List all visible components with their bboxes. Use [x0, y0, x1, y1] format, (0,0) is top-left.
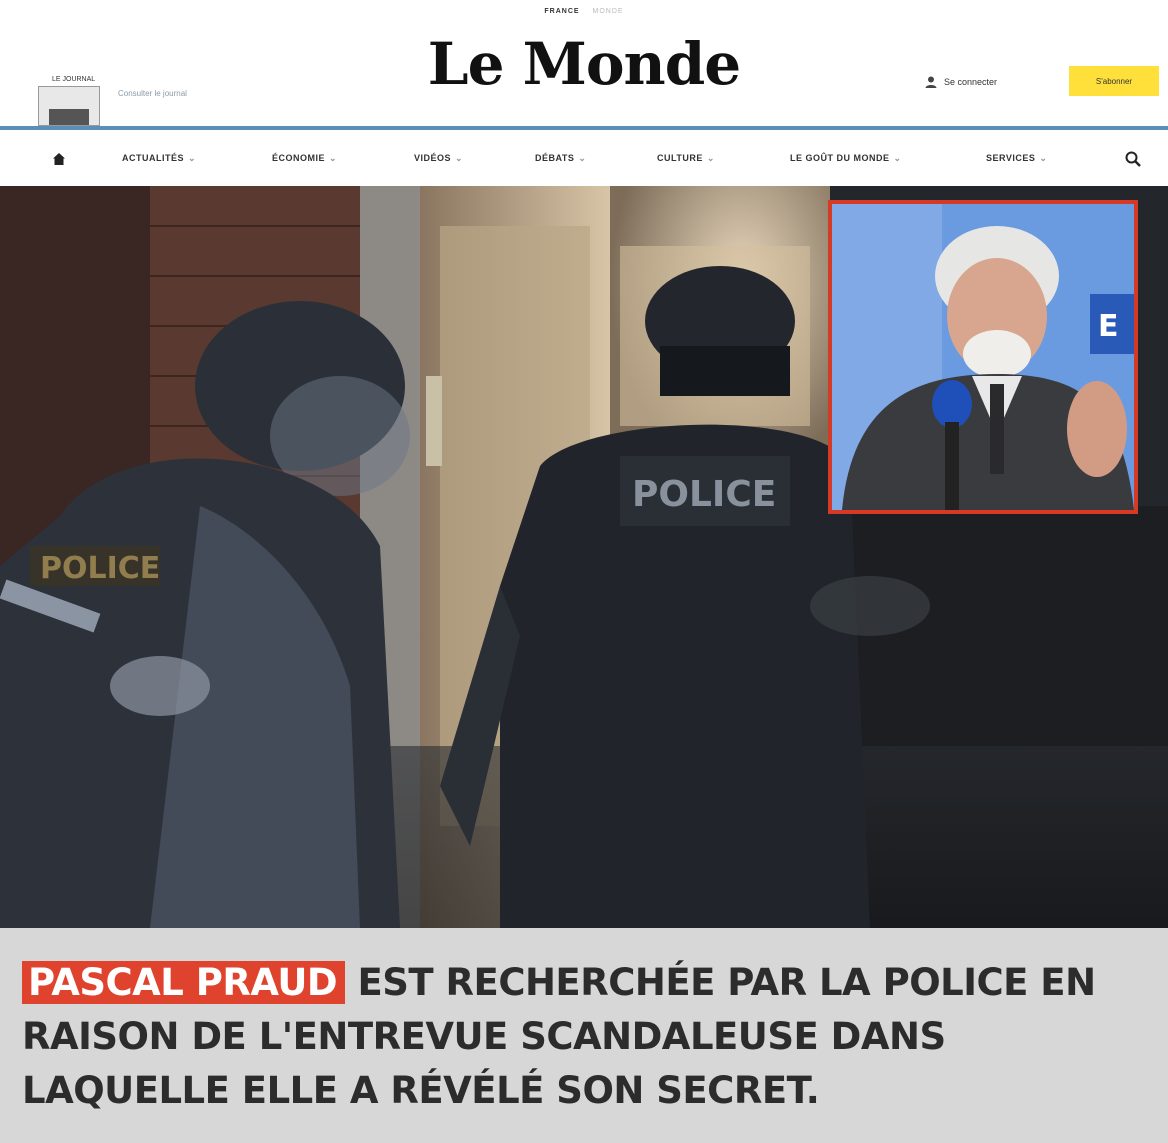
journal-tag: LE JOURNAL	[52, 76, 96, 83]
edition-monde[interactable]: MONDE	[593, 8, 624, 15]
journal-thumbnail[interactable]: LE JOURNAL	[38, 76, 102, 128]
home-icon[interactable]	[52, 152, 66, 166]
login-link[interactable]: Se connecter	[924, 75, 997, 89]
newspaper-icon	[38, 86, 100, 126]
nav-item-actualites[interactable]: ACTUALITÉS ⌄	[122, 153, 196, 164]
main-navigation: ACTUALITÉS ⌄ ÉCONOMIE ⌄ VIDÉOS ⌄ DÉBATS ⌄ CU…	[0, 132, 1168, 186]
nav-item-economie[interactable]: ÉCONOMIE ⌄	[272, 153, 337, 164]
search-icon[interactable]	[1124, 150, 1142, 168]
headline-banner: PASCAL PRAUD EST RECHERCHÉE PAR LA POLIC…	[0, 928, 1168, 1143]
subscribe-button[interactable]: S'abonner	[1069, 66, 1159, 96]
user-icon	[925, 76, 937, 88]
nav-item-debats[interactable]: DÉBATS ⌄	[535, 153, 586, 164]
nav-item-services[interactable]: SERVICES ⌄	[986, 153, 1047, 164]
headline[interactable]: PASCAL PRAUD EST RECHERCHÉE PAR LA POLIC…	[22, 956, 1162, 1118]
headline-highlight: PASCAL PRAUD	[22, 961, 346, 1004]
nav-item-culture[interactable]: CULTURE ⌄	[657, 153, 715, 164]
vest-text-right: POLICE	[632, 474, 776, 515]
login-label: Se connecter	[944, 77, 998, 87]
nav-item-videos[interactable]: VIDÉOS ⌄	[414, 153, 463, 164]
site-header: FRANCE MONDE Le Monde LE JOURNAL Consult…	[0, 0, 1168, 130]
edition-switcher: FRANCE MONDE	[0, 8, 1168, 15]
nav-item-gout-du-monde[interactable]: LE GOÛT DU MONDE ⌄	[790, 153, 902, 164]
edition-france[interactable]: FRANCE	[544, 8, 579, 15]
person-portrait-image: E	[832, 204, 1134, 510]
station-logo: E	[1098, 309, 1119, 344]
header-divider	[0, 126, 1168, 130]
inset-portrait[interactable]: E	[828, 200, 1138, 514]
vest-text-left: POLICE	[40, 551, 160, 586]
journal-link[interactable]: Consulter le journal	[118, 88, 188, 100]
